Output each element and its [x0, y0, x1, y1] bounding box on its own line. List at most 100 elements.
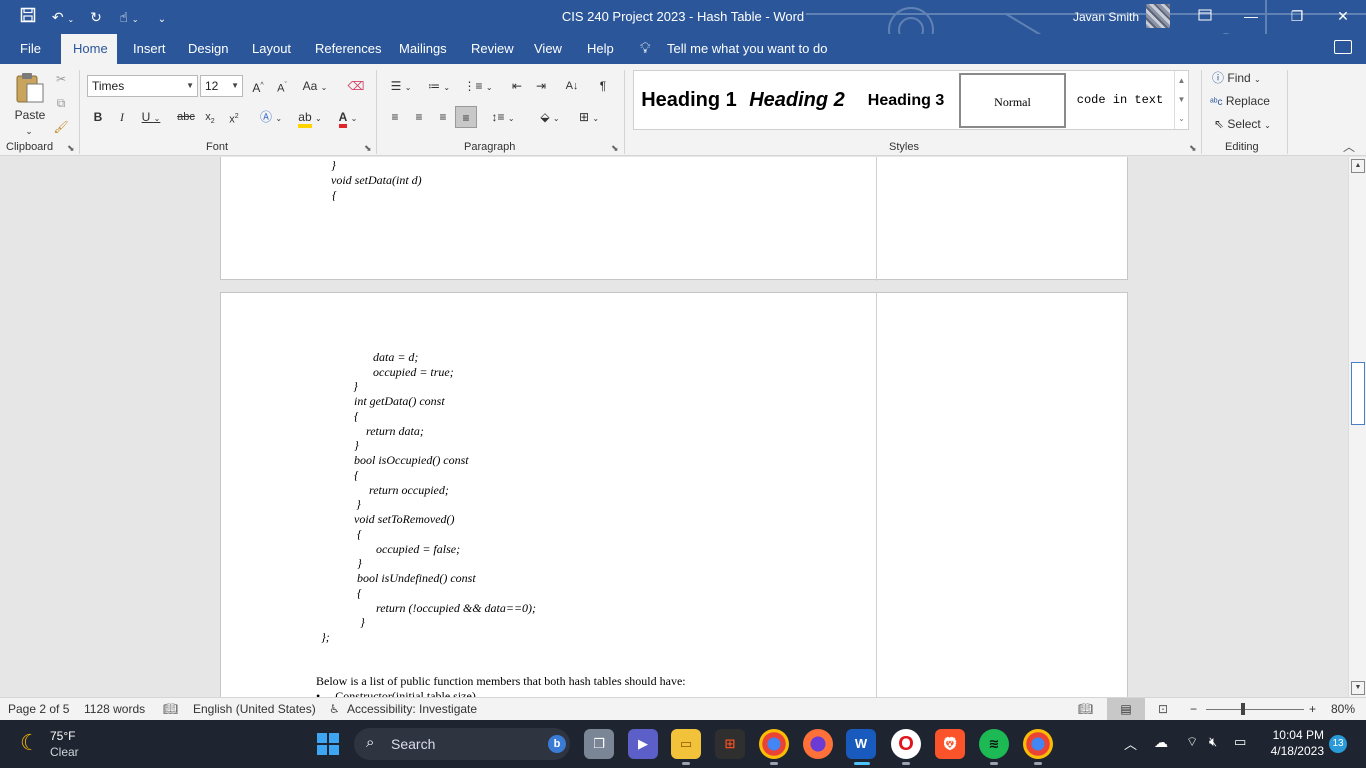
zoom-slider[interactable] — [1206, 709, 1304, 710]
taskbar-search[interactable]: ⌕ Search b — [354, 728, 570, 760]
style-heading-2[interactable]: Heading 2 — [744, 73, 850, 128]
redo-icon[interactable]: ↻ — [86, 7, 106, 27]
find-button[interactable]: ⓘ Find ⌄ — [1212, 67, 1274, 89]
grow-font-icon[interactable]: A^ — [250, 75, 266, 97]
document-area[interactable]: } void setData(int d) { data = d; occupi… — [0, 157, 1348, 697]
justify-icon[interactable]: ≡ — [455, 106, 477, 128]
scroll-up-arrow[interactable]: ▲ — [1351, 159, 1365, 173]
paste-icon[interactable] — [14, 70, 46, 104]
tab-design[interactable]: Design — [176, 34, 240, 64]
vertical-scrollbar[interactable]: ▲ ▼ — [1348, 157, 1366, 697]
zoom-out-button[interactable]: − — [1190, 702, 1197, 716]
accessibility-status[interactable]: Accessibility: Investigate — [347, 702, 477, 716]
page-1[interactable]: } void setData(int d) { — [220, 157, 1128, 281]
increase-indent-icon[interactable]: ⇥ — [532, 75, 550, 97]
font-color-icon[interactable]: A ⌄ — [332, 106, 364, 128]
scroll-down-arrow[interactable]: ▼ — [1351, 681, 1365, 695]
page-count[interactable]: Page 2 of 5 — [8, 702, 69, 716]
zoom-level[interactable]: 80% — [1331, 702, 1355, 716]
clock-time[interactable]: 10:04 PM — [1262, 728, 1324, 742]
print-layout-icon[interactable]: ▤ — [1107, 698, 1145, 720]
style-heading-1[interactable]: Heading 1 — [638, 73, 740, 128]
strikethrough-icon[interactable]: abc — [176, 106, 196, 128]
windows-start-icon[interactable] — [316, 732, 340, 756]
customize-toolbar-icon[interactable]: ⌄ — [152, 7, 172, 27]
task-view-icon[interactable]: ❐ — [584, 729, 614, 759]
volume-muted-icon[interactable]: 🔇︎ — [1209, 734, 1217, 750]
font-launcher-icon[interactable]: ⬊ — [364, 143, 372, 154]
clock-date[interactable]: 4/18/2023 — [1262, 744, 1324, 758]
weather-temp[interactable]: 75°F — [50, 729, 75, 743]
zoom-in-button[interactable]: + — [1309, 702, 1316, 716]
style-normal[interactable]: Normal — [959, 73, 1066, 128]
align-left-icon[interactable]: ≡ — [386, 106, 404, 128]
format-painter-icon[interactable]: 🖌︎ — [52, 116, 70, 138]
word-count[interactable]: 1128 words — [84, 702, 145, 716]
brave-icon[interactable]: 🦁︎ — [935, 729, 965, 759]
touch-mode-icon[interactable]: ☝ ⌄ — [112, 7, 146, 27]
text-effects-icon[interactable]: Ⓐ ⌄ — [256, 106, 286, 128]
spotify-icon[interactable]: ≋ — [979, 729, 1009, 759]
change-case-button[interactable]: Aa ⌄ — [298, 75, 332, 97]
tab-review[interactable]: Review — [459, 34, 526, 64]
italic-icon[interactable]: I — [114, 106, 130, 128]
shrink-font-icon[interactable]: Aˇ — [274, 75, 290, 97]
multilevel-list-icon[interactable]: ⋮≡ ⌄ — [462, 75, 494, 97]
weather-desc[interactable]: Clear — [50, 745, 79, 759]
restore-button[interactable]: ❐ — [1274, 0, 1320, 34]
word-icon[interactable]: W — [846, 729, 876, 759]
replace-button[interactable]: ᵃᵇc Replace — [1210, 90, 1276, 112]
font-size-box[interactable]: 12 ▼ — [200, 75, 243, 97]
line-spacing-icon[interactable]: ↕≡ ⌄ — [488, 106, 518, 128]
align-center-icon[interactable]: ≡ — [410, 106, 428, 128]
paragraph-launcher-icon[interactable]: ⬊ — [611, 143, 619, 154]
web-layout-icon[interactable]: ⊡ — [1158, 702, 1168, 716]
tab-file[interactable]: File — [8, 34, 53, 64]
store-icon[interactable]: ⊞ — [715, 729, 745, 759]
proofing-icon[interactable]: 📖︎ — [163, 702, 178, 716]
shading-icon[interactable]: ⬙ ⌄ — [534, 106, 566, 128]
user-name[interactable]: Javan Smith — [1073, 10, 1139, 24]
highlight-color-icon[interactable]: ab ⌄ — [294, 106, 326, 128]
chrome-profile-icon[interactable] — [1023, 729, 1053, 759]
battery-icon[interactable]: ▭ — [1234, 734, 1246, 750]
read-mode-icon[interactable]: 📖︎ — [1078, 702, 1093, 716]
superscript-icon[interactable]: x2 — [226, 106, 242, 128]
tell-me-search[interactable]: Tell me what you want to do — [667, 41, 827, 56]
close-button[interactable]: ✕ — [1320, 0, 1366, 34]
tab-references[interactable]: References — [303, 34, 393, 64]
file-explorer-icon[interactable]: ▭ — [671, 729, 701, 759]
wifi-icon[interactable]: ⌔ — [1186, 734, 1198, 750]
copy-icon[interactable]: ⧉ — [52, 92, 70, 114]
tab-help[interactable]: Help — [575, 34, 626, 64]
show-formatting-icon[interactable]: ¶ — [594, 75, 612, 97]
numbering-icon[interactable]: ≔ ⌄ — [424, 75, 454, 97]
bold-icon[interactable]: B — [90, 106, 106, 128]
firefox-icon[interactable] — [803, 729, 833, 759]
subscript-icon[interactable]: x2 — [202, 106, 218, 128]
styles-launcher-icon[interactable]: ⬊ — [1189, 143, 1197, 154]
weather-icon[interactable]: ☾ — [20, 730, 40, 756]
onedrive-icon[interactable]: ☁ — [1154, 734, 1168, 751]
style-heading-3[interactable]: Heading 3 — [856, 73, 956, 128]
undo-icon[interactable]: ↶ ⌄ — [48, 7, 78, 27]
chat-icon[interactable]: ▶ — [628, 729, 658, 759]
avatar[interactable] — [1146, 4, 1170, 28]
clear-formatting-icon[interactable]: ⌫ — [346, 75, 366, 97]
underline-icon[interactable]: U ⌄ — [138, 106, 164, 128]
style-code-in-text[interactable]: code in text — [1070, 73, 1170, 128]
clipboard-launcher-icon[interactable]: ⬊ — [67, 143, 75, 154]
scroll-thumb[interactable] — [1351, 362, 1365, 425]
select-button[interactable]: ⇖ Select ⌄ — [1214, 113, 1276, 135]
tab-insert[interactable]: Insert — [121, 34, 178, 64]
page-2[interactable]: data = d; occupied = true; } int getData… — [220, 292, 1128, 697]
font-name-box[interactable]: Times ▼ — [87, 75, 198, 97]
ribbon-display-options-icon[interactable] — [1182, 0, 1228, 34]
borders-icon[interactable]: ⊞ ⌄ — [572, 106, 606, 128]
show-hidden-icons[interactable]: ︿ — [1124, 734, 1137, 753]
opera-icon[interactable]: O — [891, 729, 921, 759]
tab-mailings[interactable]: Mailings — [387, 34, 459, 64]
align-right-icon[interactable]: ≡ — [434, 106, 452, 128]
collapse-ribbon-icon[interactable]: ︿ — [1343, 138, 1355, 155]
language[interactable]: English (United States) — [193, 702, 316, 716]
